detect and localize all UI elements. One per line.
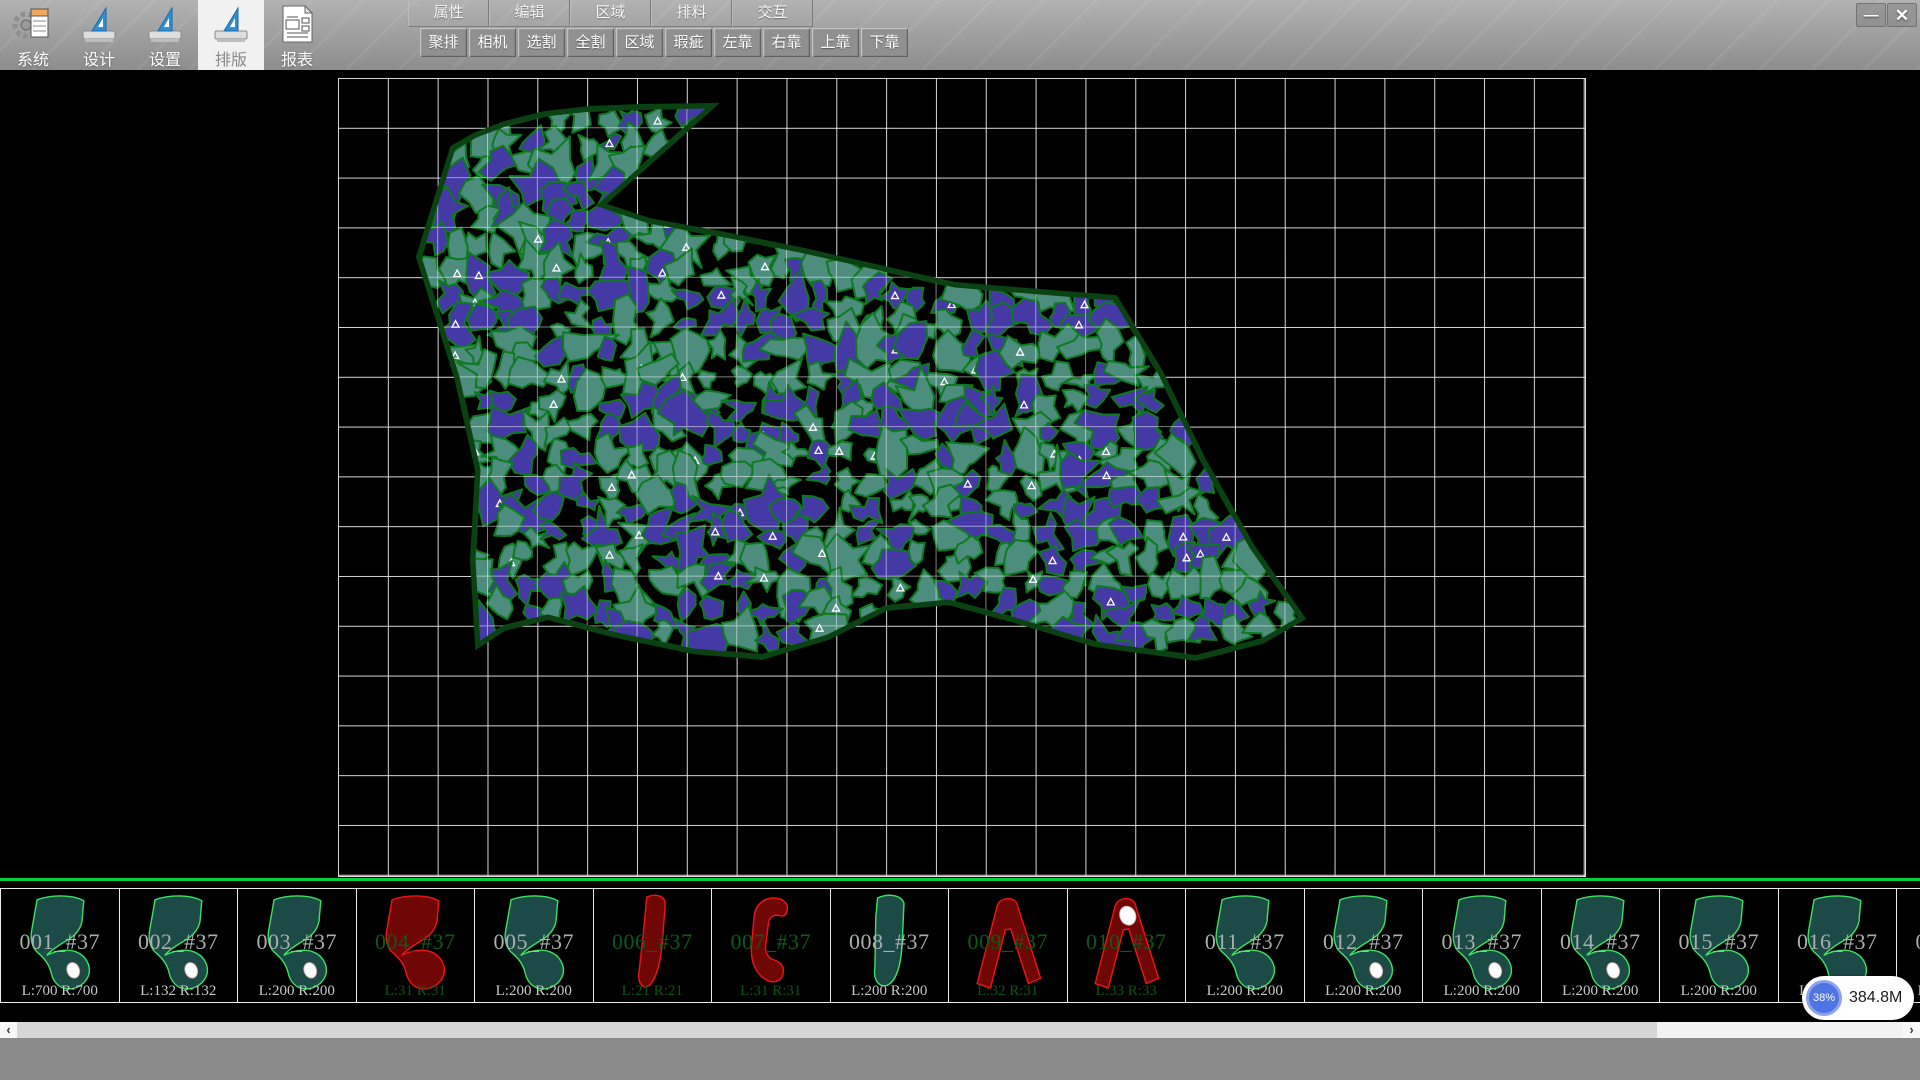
piece-id-label: 002_#37 xyxy=(120,929,238,955)
piece-count-label: L:21 R:21 xyxy=(594,983,712,1000)
layout-ruler-icon xyxy=(210,3,252,45)
main-button-group: 系统 设计 设置 排版 报表 xyxy=(0,0,330,70)
toolbar: 系统 设计 设置 排版 报表 xyxy=(0,0,1920,70)
piece-count-label: L:200 R:200 xyxy=(831,983,949,1000)
toolbar-main-button[interactable]: 系统 xyxy=(0,0,66,70)
piece-id-label: 004_#37 xyxy=(357,929,475,955)
piece-thumbnail[interactable]: 007_#37 L:31 R:31 xyxy=(712,889,831,1002)
memory-usage-label: 384.8M xyxy=(1849,989,1902,1007)
bottom-status-bar xyxy=(0,1038,1920,1080)
toolbar-button-label: 设置 xyxy=(149,46,181,70)
action-button[interactable]: 下靠 xyxy=(861,28,908,57)
piece-count-label: L:200 R:200 xyxy=(1305,983,1423,1000)
action-button[interactable]: 左靠 xyxy=(714,28,761,57)
piece-count-label: L:31 R:31 xyxy=(712,983,830,1000)
progress-circle: 38% xyxy=(1806,980,1842,1016)
toolbar-button-label: 报表 xyxy=(281,46,313,70)
menu-tab[interactable]: 属性 xyxy=(408,0,489,27)
piece-count-label: L:200 R:200 xyxy=(1186,983,1304,1000)
piece-id-label: 003_#37 xyxy=(238,929,356,955)
horizontal-scrollbar[interactable]: ‹ › xyxy=(0,1022,1920,1038)
piece-id-label: 013_#37 xyxy=(1423,929,1541,955)
piece-thumbnail-strip: 001_#37 L:700 R:700 002_#37 L:132 R:132 … xyxy=(0,881,1920,1022)
report-document-icon xyxy=(276,3,318,45)
piece-id-label: 011_#37 xyxy=(1186,929,1304,955)
piece-thumbnail[interactable]: 001_#37 L:700 R:700 xyxy=(1,889,120,1002)
piece-thumbnail[interactable]: 008_#37 L:200 R:200 xyxy=(831,889,950,1002)
piece-count-label: L:200 R:200 xyxy=(1542,983,1660,1000)
piece-count-label: L:31 R:31 xyxy=(357,983,475,1000)
piece-id-label: 015_#37 xyxy=(1660,929,1778,955)
action-button[interactable]: 相机 xyxy=(469,28,516,57)
action-button[interactable]: 全割 xyxy=(567,28,614,57)
progress-badge: 38% 384.8M xyxy=(1802,976,1914,1020)
piece-thumbnail[interactable]: 006_#37 L:21 R:21 xyxy=(594,889,713,1002)
scroll-left-button[interactable]: ‹ xyxy=(0,1022,17,1038)
scroll-right-button[interactable]: › xyxy=(1903,1022,1920,1038)
piece-thumbnail[interactable]: 004_#37 L:31 R:31 xyxy=(357,889,476,1002)
piece-count-label: L:200 R:200 xyxy=(475,983,593,1000)
piece-id-label: 006_#37 xyxy=(594,929,712,955)
piece-count-label: L:132 R:132 xyxy=(120,983,238,1000)
piece-thumbnail[interactable]: 012_#37 L:200 R:200 xyxy=(1305,889,1424,1002)
action-button[interactable]: 瑕疵 xyxy=(665,28,712,57)
toolbar-button-label: 设计 xyxy=(83,46,115,70)
action-button[interactable]: 聚排 xyxy=(420,28,467,57)
piece-thumbnail[interactable]: 002_#37 L:132 R:132 xyxy=(120,889,239,1002)
piece-count-label: L:200 R:200 xyxy=(1423,983,1541,1000)
piece-id-label: 012_#37 xyxy=(1305,929,1423,955)
piece-id-label: 009_#37 xyxy=(949,929,1067,955)
piece-count-label: L:200 R:200 xyxy=(238,983,356,1000)
toolbar-main-button[interactable]: 排版 xyxy=(198,0,264,70)
piece-thumbnail[interactable]: 005_#37 L:200 R:200 xyxy=(475,889,594,1002)
action-button[interactable]: 右靠 xyxy=(763,28,810,57)
nesting-app-window: 系统 设计 设置 排版 报表 xyxy=(0,0,1920,1080)
piece-id-label: 008_#37 xyxy=(831,929,949,955)
menu-tab-bar: 属性 编辑 区域 排料 交互 xyxy=(408,0,813,27)
toolbar-button-label: 系统 xyxy=(17,46,49,70)
action-button[interactable]: 上靠 xyxy=(812,28,859,57)
piece-thumbnail[interactable]: 009_#37 L:32 R:31 xyxy=(949,889,1068,1002)
settings-ruler-icon xyxy=(144,3,186,45)
scrollbar-thumb[interactable] xyxy=(17,1022,1657,1038)
piece-count-label: L:700 R:700 xyxy=(1,983,119,1000)
minimize-button[interactable]: — xyxy=(1856,3,1886,27)
toolbar-main-button[interactable]: 设置 xyxy=(132,0,198,70)
piece-id-label: 016_#37 xyxy=(1779,929,1897,955)
system-gear-icon xyxy=(12,3,54,45)
piece-count-label: L:200 R:200 xyxy=(1660,983,1778,1000)
piece-thumbnail[interactable]: 003_#37 L:200 R:200 xyxy=(238,889,357,1002)
piece-id-label: 014_#37 xyxy=(1542,929,1660,955)
piece-thumbnail[interactable]: 015_#37 L:200 R:200 xyxy=(1660,889,1779,1002)
piece-thumbnail[interactable]: 014_#37 L:200 R:200 xyxy=(1542,889,1661,1002)
toolbar-main-button[interactable]: 设计 xyxy=(66,0,132,70)
piece-id-label: 007_#37 xyxy=(712,929,830,955)
piece-count-label: L:33 R:33 xyxy=(1068,983,1186,1000)
piece-id-label: 010_#37 xyxy=(1068,929,1186,955)
piece-thumbnail[interactable]: 010_#37 L:33 R:33 xyxy=(1068,889,1187,1002)
piece-id-label: 005_#37 xyxy=(475,929,593,955)
piece-thumbnail[interactable]: 013_#37 L:200 R:200 xyxy=(1423,889,1542,1002)
menu-tab[interactable]: 编辑 xyxy=(489,0,570,27)
menu-tab[interactable]: 区域 xyxy=(570,0,651,27)
action-button-row: 聚排 相机 选割 全割 区域 瑕疵 左靠 右靠 上靠 下靠 xyxy=(420,28,910,57)
design-ruler-icon xyxy=(78,3,120,45)
action-button[interactable]: 选割 xyxy=(518,28,565,57)
nesting-canvas[interactable] xyxy=(0,70,1920,878)
close-button[interactable]: ✕ xyxy=(1887,3,1917,27)
piece-thumbnail[interactable]: 011_#37 L:200 R:200 xyxy=(1186,889,1305,1002)
piece-count-label: L:32 R:31 xyxy=(949,983,1067,1000)
menu-tab[interactable]: 排料 xyxy=(651,0,732,27)
menu-tab[interactable]: 交互 xyxy=(732,0,813,27)
piece-thumbnail-row: 001_#37 L:700 R:700 002_#37 L:132 R:132 … xyxy=(0,888,1920,1003)
toolbar-button-label: 排版 xyxy=(215,46,247,70)
leather-hide-nest xyxy=(0,70,1920,878)
piece-id-label: 001_#37 xyxy=(1,929,119,955)
action-button[interactable]: 区域 xyxy=(616,28,663,57)
piece-id-label: 017_#37 xyxy=(1897,929,1920,955)
toolbar-main-button[interactable]: 报表 xyxy=(264,0,330,70)
